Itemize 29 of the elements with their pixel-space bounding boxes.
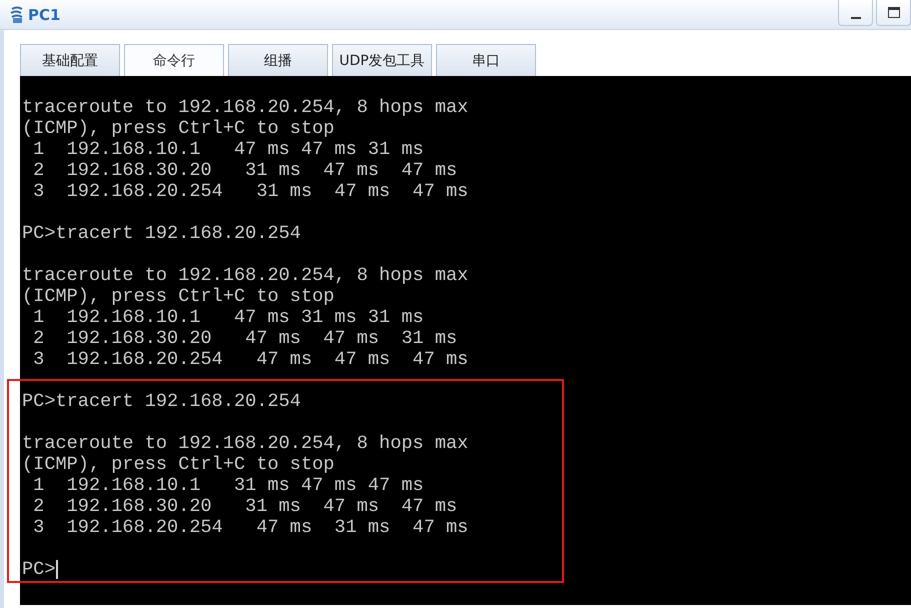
- terminal-line: 3 192.168.20.254 31 ms 47 ms 47 ms: [32, 181, 468, 202]
- tab[interactable]: 组播: [228, 44, 328, 76]
- tab[interactable]: 命令行: [124, 44, 224, 76]
- tab[interactable]: 基础配置: [20, 44, 120, 76]
- terminal-line: PC>tracert 192.168.20.254: [22, 223, 301, 244]
- terminal-line: 1 192.168.10.1 47 ms 31 ms 31 ms: [32, 307, 424, 328]
- terminal-line: 2 192.168.30.20 31 ms 47 ms 47 ms: [32, 496, 458, 517]
- terminal-line: 1 192.168.10.1 47 ms 47 ms 31 ms: [32, 139, 424, 160]
- minimize-button[interactable]: [838, 0, 873, 26]
- terminal-line: (ICMP), press Ctrl+C to stop: [22, 454, 334, 475]
- terminal-line: 3 192.168.20.254 47 ms 31 ms 47 ms: [32, 517, 468, 538]
- terminal-line: PC>tracert 192.168.20.254: [22, 391, 301, 412]
- terminal-line: 2 192.168.30.20 31 ms 47 ms 47 ms: [32, 160, 458, 181]
- terminal-line: 2 192.168.30.20 47 ms 47 ms 31 ms: [32, 328, 458, 349]
- tab[interactable]: UDP发包工具: [332, 44, 432, 76]
- terminal-line: traceroute to 192.168.20.254, 8 hops max: [22, 433, 468, 454]
- tab[interactable]: 串口: [436, 44, 536, 76]
- terminal-line: traceroute to 192.168.20.254, 8 hops max: [22, 97, 468, 118]
- maximize-icon: [888, 7, 900, 18]
- window-title: PC1: [28, 6, 60, 24]
- terminal-line: 3 192.168.20.254 47 ms 47 ms 47 ms: [32, 349, 468, 370]
- terminal-line: traceroute to 192.168.20.254, 8 hops max: [22, 265, 468, 286]
- minimize-icon: [850, 16, 860, 18]
- network-icon: [9, 6, 25, 24]
- terminal-line: 1 192.168.10.1 31 ms 47 ms 47 ms: [32, 475, 424, 496]
- maximize-button[interactable]: [876, 0, 911, 26]
- terminal-line: PC>: [22, 559, 56, 580]
- terminal-line: (ICMP), press Ctrl+C to stop: [22, 118, 334, 139]
- terminal-line: (ICMP), press Ctrl+C to stop: [22, 286, 334, 307]
